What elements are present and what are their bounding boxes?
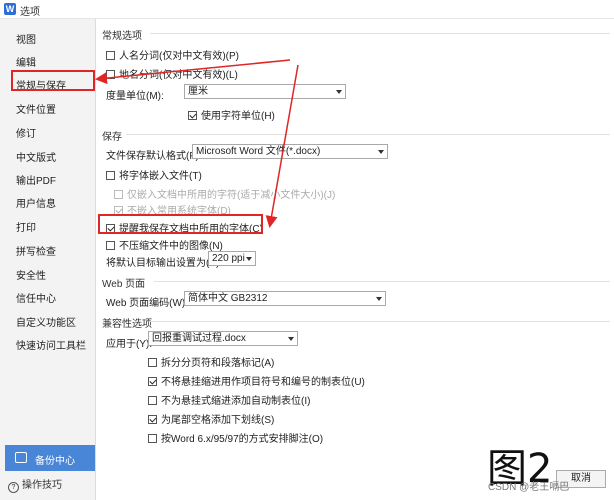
no-compress-option[interactable]: 不压缩文件中的图像(N) — [106, 237, 223, 252]
active-item-highlight-box — [11, 70, 95, 91]
compat-checkbox-3[interactable] — [148, 396, 157, 405]
compat-option-3[interactable]: 不为悬挂式缩进添加自动制表位(I) — [148, 392, 310, 407]
name-split-label: 人名分词(仅对中文有效)(P) — [119, 51, 239, 62]
sidebar-item-customize-ribbon[interactable]: 自定义功能区 — [16, 314, 76, 329]
compat-label-1: 拆分分页符和段落标记(A) — [161, 358, 275, 369]
embed-used-only-option[interactable]: 仅嵌入文档中所用的字符(适于减小文件大小)(J) — [114, 186, 335, 201]
sidebar-item-revision[interactable]: 修订 — [16, 125, 36, 140]
char-unit-label: 使用字符单位(H) — [201, 111, 275, 122]
compat-checkbox-2[interactable] — [148, 377, 157, 386]
section-divider — [150, 321, 610, 322]
ppi-label: 将默认目标输出设置为(P): — [106, 258, 223, 269]
sidebar-item-edit[interactable]: 编辑 — [16, 54, 36, 69]
ppi-select-value: 220 ppi — [212, 253, 245, 264]
compat-option-4[interactable]: 为尾部空格添加下划线(S) — [148, 411, 274, 426]
compat-checkbox-4[interactable] — [148, 415, 157, 424]
apply-to-select-value: 回报重调试过程.docx — [152, 333, 246, 344]
encoding-select[interactable]: 简体中文 GB2312 — [184, 291, 386, 306]
embed-fonts-option[interactable]: 将字体嵌入文件(T) — [106, 167, 202, 182]
unit-label: 度量单位(M): — [106, 91, 164, 102]
save-section-title: 保存 — [102, 132, 122, 143]
compat-checkbox-5[interactable] — [148, 434, 157, 443]
embed-used-only-label: 仅嵌入文档中所用的字符(适于减小文件大小)(J) — [127, 190, 336, 201]
compat-checkbox-1[interactable] — [148, 358, 157, 367]
embed-used-only-checkbox[interactable] — [114, 190, 123, 199]
format-label: 文件保存默认格式(F): — [106, 151, 202, 162]
place-split-checkbox[interactable] — [106, 70, 115, 79]
save-format-select[interactable]: Microsoft Word 文件(*.docx) — [192, 144, 388, 159]
unit-select[interactable]: 厘米 — [184, 84, 346, 99]
chevron-down-icon — [378, 150, 384, 154]
unit-select-value: 厘米 — [188, 86, 208, 97]
compat-label-3: 不为悬挂式缩进添加自动制表位(I) — [161, 396, 311, 407]
sidebar-item-trust-center[interactable]: 信任中心 — [16, 290, 56, 305]
wps-app-icon: W — [4, 3, 16, 15]
tips-label: 操作技巧 — [22, 480, 62, 491]
csdn-watermark: CSDN @老王嗝巴 — [488, 482, 570, 493]
compat-label-4: 为尾部空格添加下划线(S) — [161, 415, 275, 426]
help-circle-icon: ? — [8, 482, 19, 493]
backup-center-button[interactable]: 备份中心 — [5, 445, 95, 471]
ppi-select[interactable]: 220 ppi — [208, 251, 256, 266]
compat-label-5: 按Word 6.x/95/97的方式安排脚注(O) — [161, 434, 324, 445]
embed-fonts-checkbox[interactable] — [106, 171, 115, 180]
apply-to-select[interactable]: 回报重调试过程.docx — [148, 331, 298, 346]
char-unit-option[interactable]: 使用字符单位(H) — [188, 107, 275, 122]
sidebar-item-user-info[interactable]: 用户信息 — [16, 195, 56, 210]
encoding-select-value: 简体中文 GB2312 — [188, 293, 268, 304]
place-split-label: 地名分词(仅对中文有效)(L) — [119, 70, 238, 81]
compat-option-1[interactable]: 拆分分页符和段落标记(A) — [148, 354, 274, 369]
section-divider — [126, 134, 610, 135]
chevron-down-icon — [246, 257, 252, 261]
backup-center-label: 备份中心 — [35, 456, 75, 467]
highlight-box — [98, 214, 263, 234]
sidebar-item-quick-access-toolbar[interactable]: 快速访问工具栏 — [16, 337, 86, 352]
embed-fonts-label: 将字体嵌入文件(T) — [119, 171, 202, 182]
options-content: 常规选项 人名分词(仅对中文有效)(P) 地名分词(仅对中文有效)(L) 度量单… — [96, 19, 614, 500]
web-section-title: Web 页面 — [102, 279, 146, 290]
title-bar: W 选项 — [0, 0, 614, 19]
place-split-option[interactable]: 地名分词(仅对中文有效)(L) — [106, 66, 238, 81]
general-section-title: 常规选项 — [102, 31, 142, 42]
char-unit-checkbox[interactable] — [188, 111, 197, 120]
compat-option-5[interactable]: 按Word 6.x/95/97的方式安排脚注(O) — [148, 430, 323, 445]
window-title: 选项 — [20, 7, 40, 18]
sidebar-item-view[interactable]: 视图 — [16, 31, 36, 46]
sidebar: 视图 编辑 常规与保存 文件位置 修订 中文版式 输出PDF 用户信息 打印 拼… — [0, 19, 96, 500]
no-compress-checkbox[interactable] — [106, 241, 115, 250]
chevron-down-icon — [376, 297, 382, 301]
save-format-value: Microsoft Word 文件(*.docx) — [196, 146, 321, 157]
sidebar-item-file-location[interactable]: 文件位置 — [16, 101, 56, 116]
sidebar-item-export-pdf[interactable]: 输出PDF — [16, 172, 56, 187]
name-split-option[interactable]: 人名分词(仅对中文有效)(P) — [106, 47, 239, 62]
encoding-label: Web 页面编码(W): — [106, 298, 189, 309]
name-split-checkbox[interactable] — [106, 51, 115, 60]
apply-to-label: 应用于(Y): — [106, 339, 153, 350]
sidebar-item-security[interactable]: 安全性 — [16, 267, 46, 282]
sidebar-item-spell-check[interactable]: 拼写检查 — [16, 243, 56, 258]
sidebar-item-print[interactable]: 打印 — [16, 219, 36, 234]
compat-option-2[interactable]: 不将悬挂缩进用作项目符号和编号的制表位(U) — [148, 373, 365, 388]
section-divider — [154, 281, 610, 282]
sidebar-item-chinese-layout[interactable]: 中文版式 — [16, 149, 56, 164]
tips-link[interactable]: ? 操作技巧 — [8, 476, 62, 493]
backup-icon — [15, 452, 27, 463]
compat-section-title: 兼容性选项 — [102, 319, 152, 330]
chevron-down-icon — [288, 337, 294, 341]
section-divider — [150, 33, 610, 34]
compat-label-2: 不将悬挂缩进用作项目符号和编号的制表位(U) — [161, 377, 365, 388]
chevron-down-icon — [336, 90, 342, 94]
